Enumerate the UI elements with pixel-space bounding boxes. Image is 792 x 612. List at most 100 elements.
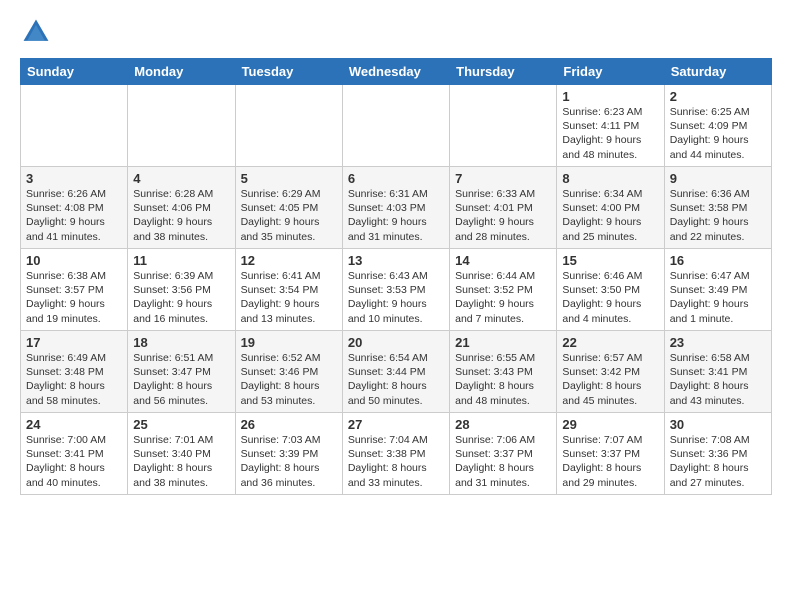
- day-cell: 27Sunrise: 7:04 AM Sunset: 3:38 PM Dayli…: [342, 413, 449, 495]
- day-info: Sunrise: 6:39 AM Sunset: 3:56 PM Dayligh…: [133, 269, 229, 326]
- day-info: Sunrise: 6:29 AM Sunset: 4:05 PM Dayligh…: [241, 187, 337, 244]
- day-info: Sunrise: 6:51 AM Sunset: 3:47 PM Dayligh…: [133, 351, 229, 408]
- day-number: 21: [455, 335, 551, 350]
- day-cell: 26Sunrise: 7:03 AM Sunset: 3:39 PM Dayli…: [235, 413, 342, 495]
- day-number: 29: [562, 417, 658, 432]
- day-number: 6: [348, 171, 444, 186]
- day-info: Sunrise: 6:31 AM Sunset: 4:03 PM Dayligh…: [348, 187, 444, 244]
- day-cell: 15Sunrise: 6:46 AM Sunset: 3:50 PM Dayli…: [557, 249, 664, 331]
- day-cell: 30Sunrise: 7:08 AM Sunset: 3:36 PM Dayli…: [664, 413, 771, 495]
- day-info: Sunrise: 7:04 AM Sunset: 3:38 PM Dayligh…: [348, 433, 444, 490]
- day-cell: 23Sunrise: 6:58 AM Sunset: 3:41 PM Dayli…: [664, 331, 771, 413]
- day-number: 9: [670, 171, 766, 186]
- weekday-friday: Friday: [557, 59, 664, 85]
- day-cell: 9Sunrise: 6:36 AM Sunset: 3:58 PM Daylig…: [664, 167, 771, 249]
- day-info: Sunrise: 6:36 AM Sunset: 3:58 PM Dayligh…: [670, 187, 766, 244]
- weekday-saturday: Saturday: [664, 59, 771, 85]
- page: SundayMondayTuesdayWednesdayThursdayFrid…: [0, 0, 792, 505]
- week-row-2: 3Sunrise: 6:26 AM Sunset: 4:08 PM Daylig…: [21, 167, 772, 249]
- day-info: Sunrise: 6:43 AM Sunset: 3:53 PM Dayligh…: [348, 269, 444, 326]
- day-cell: 3Sunrise: 6:26 AM Sunset: 4:08 PM Daylig…: [21, 167, 128, 249]
- day-number: 12: [241, 253, 337, 268]
- day-cell: [342, 85, 449, 167]
- day-cell: 17Sunrise: 6:49 AM Sunset: 3:48 PM Dayli…: [21, 331, 128, 413]
- day-info: Sunrise: 7:03 AM Sunset: 3:39 PM Dayligh…: [241, 433, 337, 490]
- day-cell: 5Sunrise: 6:29 AM Sunset: 4:05 PM Daylig…: [235, 167, 342, 249]
- day-number: 5: [241, 171, 337, 186]
- day-number: 27: [348, 417, 444, 432]
- day-cell: 10Sunrise: 6:38 AM Sunset: 3:57 PM Dayli…: [21, 249, 128, 331]
- day-cell: 24Sunrise: 7:00 AM Sunset: 3:41 PM Dayli…: [21, 413, 128, 495]
- day-cell: 25Sunrise: 7:01 AM Sunset: 3:40 PM Dayli…: [128, 413, 235, 495]
- day-number: 22: [562, 335, 658, 350]
- day-info: Sunrise: 6:52 AM Sunset: 3:46 PM Dayligh…: [241, 351, 337, 408]
- day-cell: 6Sunrise: 6:31 AM Sunset: 4:03 PM Daylig…: [342, 167, 449, 249]
- day-cell: 8Sunrise: 6:34 AM Sunset: 4:00 PM Daylig…: [557, 167, 664, 249]
- logo-icon: [20, 16, 52, 48]
- day-number: 14: [455, 253, 551, 268]
- day-info: Sunrise: 6:26 AM Sunset: 4:08 PM Dayligh…: [26, 187, 122, 244]
- header: [20, 16, 772, 48]
- day-cell: 16Sunrise: 6:47 AM Sunset: 3:49 PM Dayli…: [664, 249, 771, 331]
- day-cell: 29Sunrise: 7:07 AM Sunset: 3:37 PM Dayli…: [557, 413, 664, 495]
- day-number: 2: [670, 89, 766, 104]
- weekday-header: SundayMondayTuesdayWednesdayThursdayFrid…: [21, 59, 772, 85]
- weekday-monday: Monday: [128, 59, 235, 85]
- day-number: 25: [133, 417, 229, 432]
- day-cell: 11Sunrise: 6:39 AM Sunset: 3:56 PM Dayli…: [128, 249, 235, 331]
- day-number: 28: [455, 417, 551, 432]
- day-cell: 7Sunrise: 6:33 AM Sunset: 4:01 PM Daylig…: [450, 167, 557, 249]
- day-number: 3: [26, 171, 122, 186]
- day-info: Sunrise: 6:44 AM Sunset: 3:52 PM Dayligh…: [455, 269, 551, 326]
- day-cell: 22Sunrise: 6:57 AM Sunset: 3:42 PM Dayli…: [557, 331, 664, 413]
- day-cell: 4Sunrise: 6:28 AM Sunset: 4:06 PM Daylig…: [128, 167, 235, 249]
- day-info: Sunrise: 6:28 AM Sunset: 4:06 PM Dayligh…: [133, 187, 229, 244]
- day-cell: [235, 85, 342, 167]
- day-number: 16: [670, 253, 766, 268]
- day-info: Sunrise: 6:25 AM Sunset: 4:09 PM Dayligh…: [670, 105, 766, 162]
- day-number: 17: [26, 335, 122, 350]
- day-cell: 14Sunrise: 6:44 AM Sunset: 3:52 PM Dayli…: [450, 249, 557, 331]
- day-number: 1: [562, 89, 658, 104]
- day-info: Sunrise: 6:55 AM Sunset: 3:43 PM Dayligh…: [455, 351, 551, 408]
- day-info: Sunrise: 6:23 AM Sunset: 4:11 PM Dayligh…: [562, 105, 658, 162]
- day-info: Sunrise: 7:00 AM Sunset: 3:41 PM Dayligh…: [26, 433, 122, 490]
- weekday-sunday: Sunday: [21, 59, 128, 85]
- day-info: Sunrise: 6:49 AM Sunset: 3:48 PM Dayligh…: [26, 351, 122, 408]
- day-info: Sunrise: 7:08 AM Sunset: 3:36 PM Dayligh…: [670, 433, 766, 490]
- week-row-3: 10Sunrise: 6:38 AM Sunset: 3:57 PM Dayli…: [21, 249, 772, 331]
- day-cell: 1Sunrise: 6:23 AM Sunset: 4:11 PM Daylig…: [557, 85, 664, 167]
- day-cell: 19Sunrise: 6:52 AM Sunset: 3:46 PM Dayli…: [235, 331, 342, 413]
- day-number: 7: [455, 171, 551, 186]
- day-number: 26: [241, 417, 337, 432]
- day-number: 4: [133, 171, 229, 186]
- day-info: Sunrise: 7:06 AM Sunset: 3:37 PM Dayligh…: [455, 433, 551, 490]
- day-cell: 13Sunrise: 6:43 AM Sunset: 3:53 PM Dayli…: [342, 249, 449, 331]
- day-number: 15: [562, 253, 658, 268]
- weekday-thursday: Thursday: [450, 59, 557, 85]
- weekday-tuesday: Tuesday: [235, 59, 342, 85]
- day-cell: [450, 85, 557, 167]
- day-info: Sunrise: 7:01 AM Sunset: 3:40 PM Dayligh…: [133, 433, 229, 490]
- day-info: Sunrise: 6:33 AM Sunset: 4:01 PM Dayligh…: [455, 187, 551, 244]
- weekday-wednesday: Wednesday: [342, 59, 449, 85]
- day-number: 18: [133, 335, 229, 350]
- day-number: 24: [26, 417, 122, 432]
- day-info: Sunrise: 6:54 AM Sunset: 3:44 PM Dayligh…: [348, 351, 444, 408]
- day-info: Sunrise: 6:41 AM Sunset: 3:54 PM Dayligh…: [241, 269, 337, 326]
- week-row-4: 17Sunrise: 6:49 AM Sunset: 3:48 PM Dayli…: [21, 331, 772, 413]
- day-info: Sunrise: 6:38 AM Sunset: 3:57 PM Dayligh…: [26, 269, 122, 326]
- day-cell: 2Sunrise: 6:25 AM Sunset: 4:09 PM Daylig…: [664, 85, 771, 167]
- day-number: 30: [670, 417, 766, 432]
- day-info: Sunrise: 6:34 AM Sunset: 4:00 PM Dayligh…: [562, 187, 658, 244]
- day-info: Sunrise: 6:47 AM Sunset: 3:49 PM Dayligh…: [670, 269, 766, 326]
- day-cell: [128, 85, 235, 167]
- day-info: Sunrise: 6:46 AM Sunset: 3:50 PM Dayligh…: [562, 269, 658, 326]
- day-number: 19: [241, 335, 337, 350]
- calendar-body: 1Sunrise: 6:23 AM Sunset: 4:11 PM Daylig…: [21, 85, 772, 495]
- day-cell: 18Sunrise: 6:51 AM Sunset: 3:47 PM Dayli…: [128, 331, 235, 413]
- week-row-5: 24Sunrise: 7:00 AM Sunset: 3:41 PM Dayli…: [21, 413, 772, 495]
- day-number: 11: [133, 253, 229, 268]
- day-cell: 20Sunrise: 6:54 AM Sunset: 3:44 PM Dayli…: [342, 331, 449, 413]
- day-number: 23: [670, 335, 766, 350]
